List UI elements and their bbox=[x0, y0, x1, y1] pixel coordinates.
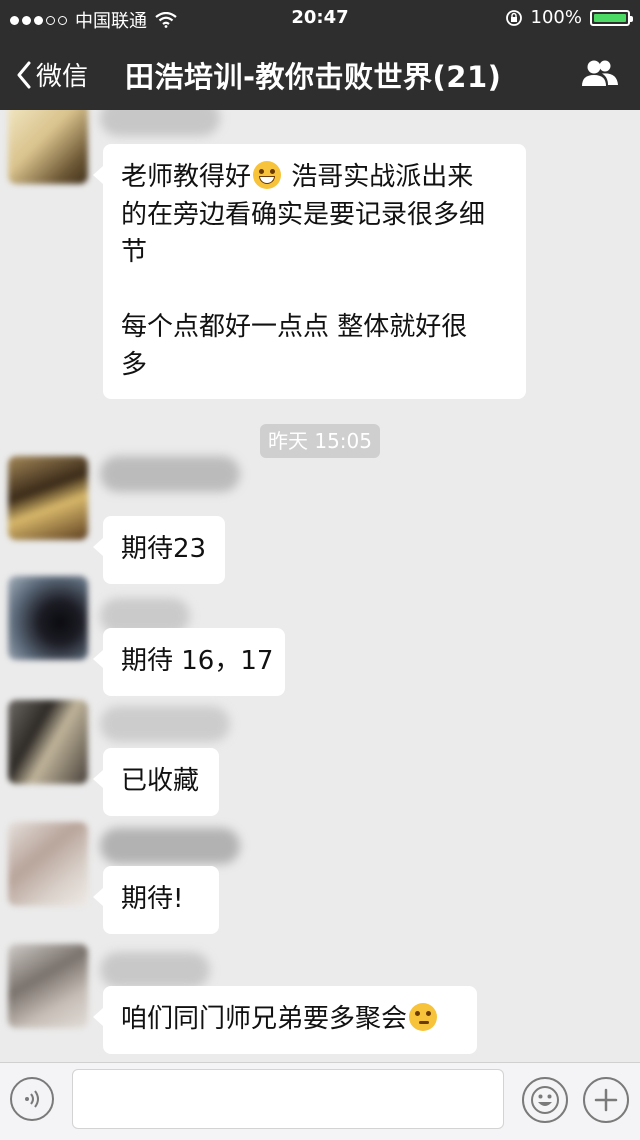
battery-percent: 100% bbox=[530, 7, 582, 28]
grin-emoji-icon bbox=[253, 161, 282, 189]
message-text: 每个点都好一点点 整体就好很 bbox=[121, 312, 468, 343]
message-bubble[interactable]: 期待 16，17 bbox=[93, 628, 285, 696]
message-text: 浩哥实战派出来 bbox=[291, 162, 474, 192]
people-icon bbox=[582, 60, 618, 86]
avatar[interactable] bbox=[8, 456, 88, 540]
message-bubble[interactable]: 咱们同门师兄弟要多聚会 bbox=[93, 986, 477, 1054]
thinking-emoji-icon bbox=[409, 1003, 438, 1031]
message-text: 多 bbox=[121, 349, 148, 380]
sender-name bbox=[100, 828, 240, 864]
message-bubble[interactable]: 已收藏 bbox=[93, 748, 219, 816]
chevron-left-icon bbox=[17, 61, 31, 88]
avatar[interactable] bbox=[8, 700, 88, 784]
plus-icon bbox=[594, 1088, 618, 1112]
nav-bar: 微信 田浩培训-教你击败世界(21) bbox=[0, 38, 640, 108]
avatar[interactable] bbox=[8, 576, 88, 660]
message-text: 咱们同门师兄弟要多聚会 bbox=[121, 1004, 408, 1034]
message-text: 的在旁边看确实是要记录很多细 bbox=[121, 199, 486, 230]
message-text: 节 bbox=[121, 237, 148, 268]
message-text: 期待23 bbox=[121, 534, 207, 564]
avatar[interactable] bbox=[8, 944, 88, 1028]
back-label: 微信 bbox=[36, 62, 89, 92]
group-members-button[interactable] bbox=[580, 58, 620, 92]
input-bar bbox=[0, 1062, 640, 1140]
message-bubble[interactable]: 期待! bbox=[93, 866, 219, 934]
battery-icon bbox=[590, 9, 633, 26]
timestamp: 昨天 15:05 bbox=[260, 424, 380, 458]
sender-name bbox=[100, 952, 210, 988]
battery-fill bbox=[594, 13, 626, 22]
message-text: 期待! bbox=[121, 884, 184, 914]
sender-name bbox=[100, 110, 220, 136]
top-bar: 中国联通 20:47 100% 微信 田浩培训-教你击败世界(21) bbox=[0, 0, 640, 110]
sender-name bbox=[100, 706, 230, 742]
avatar[interactable] bbox=[8, 110, 88, 184]
status-bar: 中国联通 20:47 100% bbox=[0, 0, 640, 36]
message-text: 期待 16，17 bbox=[121, 646, 274, 676]
voice-icon bbox=[25, 1090, 39, 1108]
orientation-lock-icon bbox=[505, 9, 522, 26]
message-text: 已收藏 bbox=[121, 766, 200, 796]
back-button[interactable]: 微信 bbox=[16, 56, 88, 93]
avatar[interactable] bbox=[8, 822, 88, 906]
message-input[interactable] bbox=[72, 1069, 504, 1129]
sender-name bbox=[100, 456, 240, 492]
voice-button[interactable] bbox=[10, 1077, 54, 1121]
message-bubble[interactable]: 期待23 bbox=[93, 516, 225, 584]
more-button[interactable] bbox=[583, 1077, 629, 1123]
status-right: 100% bbox=[505, 7, 633, 28]
emoji-button[interactable] bbox=[522, 1077, 568, 1123]
chat-area[interactable]: 老师教得好 浩哥实战派出来 的在旁边看确实是要记录很多细 节 每个点都好一点点 … bbox=[0, 110, 640, 1062]
smiley-icon bbox=[531, 1086, 559, 1114]
chat-title: 田浩培训-教你击败世界(21) bbox=[125, 60, 502, 94]
message-text: 老师教得好 bbox=[121, 162, 252, 192]
message-bubble[interactable]: 老师教得好 浩哥实战派出来 的在旁边看确实是要记录很多细 节 每个点都好一点点 … bbox=[93, 144, 526, 400]
